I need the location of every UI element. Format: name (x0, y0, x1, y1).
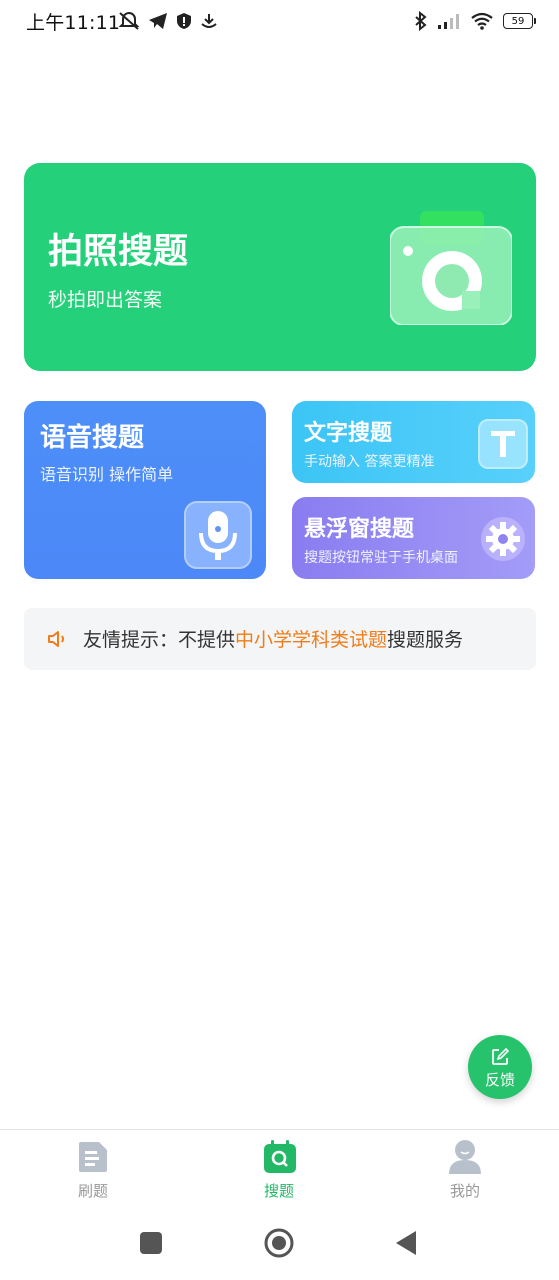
text-t-icon (478, 419, 528, 469)
tab-mine-label: 我的 (449, 1182, 480, 1200)
tab-mine[interactable]: 我的 (405, 1130, 525, 1206)
feedback-label: 反馈 (484, 1071, 515, 1089)
tab-practice-label: 刷题 (77, 1182, 108, 1200)
bluetooth-icon (415, 11, 427, 31)
photo-search-card[interactable]: 拍照搜题 秒拍即出答案 (24, 163, 536, 371)
signal-icon (438, 14, 459, 29)
document-icon (79, 1142, 107, 1172)
status-notification-icons (118, 9, 218, 33)
edit-icon (492, 1047, 510, 1065)
download-icon (201, 14, 217, 28)
camera-icon (390, 211, 512, 325)
voice-search-card[interactable]: 语音搜题 语音识别 操作简单 (24, 401, 266, 579)
home-icon[interactable] (263, 1227, 295, 1259)
notice-highlight: 中小学学科类试题 (235, 629, 388, 651)
float-window-search-card[interactable]: 悬浮窗搜题 搜题按钮常驻于手机桌面 (292, 497, 535, 579)
wifi-icon (471, 12, 493, 30)
voice-search-title: 语音搜题 (40, 423, 145, 453)
microphone-icon (184, 501, 252, 569)
notice-bar: 友情提示：不提供中小学学科类试题搜题服务 (24, 608, 536, 670)
photo-search-subtitle: 秒拍即出答案 (48, 289, 163, 311)
gear-icon (481, 517, 525, 561)
voice-search-subtitle: 语音识别 操作简单 (40, 465, 174, 484)
float-search-title: 悬浮窗搜题 (304, 517, 415, 542)
telegram-icon (149, 13, 167, 29)
system-navigation-bar (0, 1205, 559, 1280)
back-icon[interactable] (394, 1230, 418, 1256)
notice-suffix: 搜题服务 (387, 629, 464, 651)
status-bar: 上午11:11 59 (0, 0, 559, 42)
status-time: 上午11:11 (26, 12, 121, 34)
mute-icon (118, 12, 140, 30)
float-search-subtitle: 搜题按钮常驻于手机桌面 (304, 550, 458, 566)
notice-text: 友情提示：不提供中小学学科类试题搜题服务 (83, 625, 463, 652)
battery-icon: 59 (503, 13, 536, 29)
recent-apps-icon[interactable] (140, 1232, 162, 1254)
notice-prefix: 友情提示：不提供 (83, 629, 236, 651)
tab-practice[interactable]: 刷题 (33, 1130, 153, 1206)
shield-icon (177, 13, 191, 29)
text-search-card[interactable]: 文字搜题 手动输入 答案更精准 (292, 401, 535, 483)
search-calendar-icon (264, 1140, 296, 1173)
feedback-button[interactable]: 反馈 (468, 1035, 532, 1099)
text-search-title: 文字搜题 (304, 421, 393, 446)
status-system-icons: 59 (414, 9, 536, 33)
text-search-subtitle: 手动输入 答案更精准 (304, 454, 435, 470)
bottom-tab-bar: 刷题 搜题 我的 (0, 1129, 559, 1206)
user-icon (449, 1140, 481, 1174)
photo-search-title: 拍照搜题 (48, 232, 189, 272)
speaker-icon (48, 631, 64, 647)
tab-search[interactable]: 搜题 (219, 1130, 339, 1206)
tab-search-label: 搜题 (263, 1182, 294, 1200)
battery-level: 59 (511, 15, 525, 27)
